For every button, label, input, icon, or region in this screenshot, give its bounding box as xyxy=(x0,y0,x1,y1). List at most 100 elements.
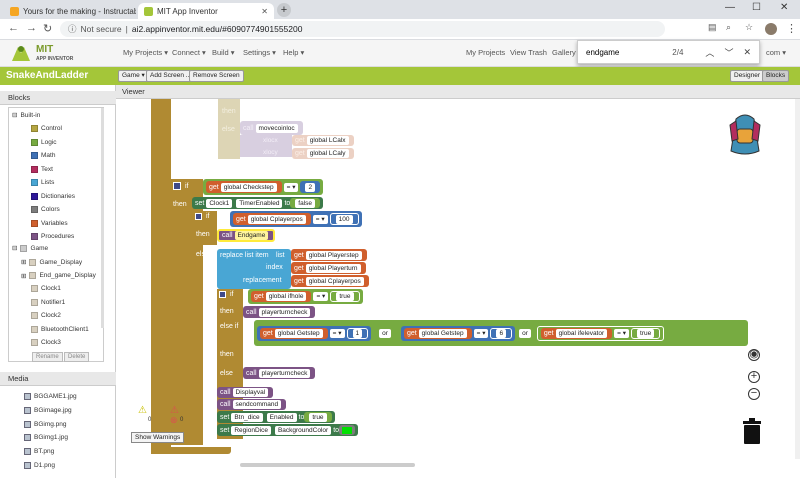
blocks-workspace[interactable]: then else call movecoinloc xlocx xlocy ge… xyxy=(118,99,800,461)
menu-my-projects[interactable]: My Projects ▾ xyxy=(123,48,168,57)
compare-checkstep-block[interactable]: get global Checkstep = ▾ 2 xyxy=(203,179,324,195)
call-displayval-block[interactable]: call Displayval xyxy=(217,387,274,398)
media-file-item[interactable]: BGGAME1.jpg xyxy=(24,393,77,400)
backpack-icon[interactable] xyxy=(726,111,764,157)
builtin-item[interactable]: Dictionaries xyxy=(31,192,75,200)
menu-settings[interactable]: Settings ▾ xyxy=(243,48,276,57)
horizontal-scrollbar[interactable] xyxy=(118,461,800,469)
forward-arrow-icon[interactable]: → xyxy=(26,22,37,34)
bookmark-star-icon[interactable]: ☆ xyxy=(745,22,753,33)
component-item[interactable]: Clock2 xyxy=(31,312,61,319)
close-tab-icon[interactable]: ✕ xyxy=(261,7,268,16)
call-playerturncheck-block[interactable]: call playerturncheck xyxy=(243,306,316,318)
screen-icon xyxy=(20,244,28,252)
call-playerturncheck-block-2[interactable]: call playerturncheck xyxy=(243,367,316,379)
horizontal-scroll-thumb[interactable] xyxy=(240,463,415,467)
gear-icon[interactable] xyxy=(219,291,226,298)
minimize-button[interactable]: — xyxy=(725,2,735,13)
link-view-trash[interactable]: View Trash xyxy=(510,48,547,57)
trash-icon[interactable] xyxy=(740,417,764,445)
component-item[interactable]: BluetoothClient1 xyxy=(31,325,89,333)
builtin-item[interactable]: Logic xyxy=(31,138,57,146)
get-playerturn-block[interactable]: get global Playerturn xyxy=(291,262,366,274)
component-item[interactable]: ⊞ Game_Display xyxy=(21,258,82,266)
builtin-item[interactable]: Text xyxy=(31,165,53,173)
builtin-item[interactable]: Variables xyxy=(31,219,68,227)
info-icon[interactable]: ⓘ xyxy=(68,23,77,35)
more-menu-icon[interactable]: ⋮ xyxy=(786,22,797,35)
mit-logo-icon[interactable] xyxy=(10,43,32,63)
component-item[interactable]: Clock3 xyxy=(31,339,61,346)
find-close-icon[interactable]: ✕ xyxy=(743,47,751,58)
compare-cplayerpos-block[interactable]: get global Cplayerpos = ▾ 100 xyxy=(230,211,362,227)
back-arrow-icon[interactable]: ← xyxy=(8,22,19,34)
get-lcaly-block[interactable]: get global LCaly xyxy=(292,148,354,159)
browser-tab-app-inventor[interactable]: MIT App Inventor ✕ xyxy=(138,3,274,19)
designer-button[interactable]: Designer xyxy=(730,70,765,82)
set-timer-enabled-block[interactable]: set Clock1 TimerEnabled to false xyxy=(192,197,324,209)
browser-tab-instructables[interactable]: Yours for the making - Instructab ✕ xyxy=(4,3,136,19)
tree-scrollbar[interactable] xyxy=(101,108,104,328)
link-gallery[interactable]: Gallery xyxy=(552,48,576,57)
component-item[interactable]: Notifier1 xyxy=(31,298,65,306)
profile-avatar[interactable] xyxy=(765,23,777,35)
call-sendcommand-block[interactable]: call sendcommand xyxy=(217,399,287,410)
maximize-button[interactable]: ☐ xyxy=(752,2,761,13)
collapse-icon[interactable]: ⊟ xyxy=(12,244,17,252)
compare-ifhole-block[interactable]: get global ifhole = ▾ true xyxy=(248,289,363,304)
zoom-in-icon[interactable]: + xyxy=(748,371,760,383)
find-input[interactable]: endgame xyxy=(586,48,619,57)
link-my-projects[interactable]: My Projects xyxy=(466,48,505,57)
menu-connect[interactable]: Connect ▾ xyxy=(172,48,206,57)
close-window-button[interactable]: ✕ xyxy=(780,2,788,13)
or-condition-block[interactable]: get global Getstep = ▾ 1 or get global Get… xyxy=(254,320,748,346)
get-cplayerpos-block[interactable]: get global Cplayerpos xyxy=(291,275,369,287)
gear-icon[interactable] xyxy=(173,182,181,190)
menu-help[interactable]: Help ▾ xyxy=(283,48,304,57)
builtin-item[interactable]: Procedures xyxy=(31,233,74,240)
find-prev-icon[interactable]: ︿ xyxy=(705,46,714,59)
center-target-icon[interactable]: ◉ xyxy=(748,349,760,361)
expand-icon[interactable]: ⊞ xyxy=(21,272,26,280)
builtin-item[interactable]: Math xyxy=(31,152,55,159)
blocks-button[interactable]: Blocks xyxy=(762,70,790,82)
vertical-scrollbar[interactable] xyxy=(795,99,800,459)
new-tab-button[interactable]: + xyxy=(277,3,291,17)
show-warnings-button[interactable]: Show Warnings xyxy=(131,432,185,443)
set-btn-dice-enabled-block[interactable]: set Btn_dice Enabled to true xyxy=(217,411,335,423)
media-file-item[interactable]: BGimg1.jpg xyxy=(24,434,68,442)
menu-build[interactable]: Build ▾ xyxy=(212,48,235,57)
media-file-item[interactable]: BGimage.jpg xyxy=(24,406,72,414)
page-icon[interactable]: ▤ xyxy=(708,22,717,33)
get-playerstep-block[interactable]: get global Playerstep xyxy=(291,249,367,261)
call-movecoinloc-block[interactable]: call movecoinloc xyxy=(240,121,303,135)
builtin-item[interactable]: Control xyxy=(31,125,62,132)
omnibox[interactable]: ⓘ Not secure | ai2.appinventor.mit.edu/#… xyxy=(60,21,665,37)
call-endgame-block[interactable]: call Endgame xyxy=(217,229,276,242)
gear-icon[interactable] xyxy=(195,213,202,220)
media-file-item[interactable]: D1.png xyxy=(24,462,55,469)
component-item[interactable]: ⊞ End_game_Display xyxy=(21,272,96,280)
zoom-out-icon[interactable]: − xyxy=(748,388,760,400)
component-item[interactable]: Clock1 xyxy=(31,285,61,292)
tree-game[interactable]: ⊟ Game xyxy=(12,244,48,252)
rename-button[interactable]: Rename xyxy=(32,352,63,362)
event-block-spine[interactable] xyxy=(151,99,171,454)
account-menu[interactable]: com ▾ xyxy=(766,48,786,57)
builtin-item[interactable]: Colors xyxy=(31,206,60,213)
add-screen-button[interactable]: Add Screen ... xyxy=(146,70,196,82)
delete-button[interactable]: Delete xyxy=(64,352,90,362)
screen-select-button[interactable]: Game ▾ xyxy=(118,70,149,82)
reload-icon[interactable]: ↻ xyxy=(43,22,52,35)
get-lcalx-block[interactable]: get global LCalx xyxy=(292,135,354,146)
media-file-item[interactable]: BGimg.png xyxy=(24,420,67,428)
remove-screen-button[interactable]: Remove Screen xyxy=(189,70,244,82)
builtin-item[interactable]: Lists xyxy=(31,179,54,186)
tree-builtin[interactable]: ⊟ Built-in xyxy=(12,111,40,120)
zoom-search-icon[interactable]: ⌕ xyxy=(726,22,731,33)
set-regiondice-bgcolor-block[interactable]: set RegionDice BackgroundColor to xyxy=(217,424,359,436)
media-file-item[interactable]: BT.png xyxy=(24,448,54,456)
expand-icon[interactable]: ⊞ xyxy=(21,258,26,266)
collapse-icon[interactable]: ⊟ xyxy=(12,111,17,119)
find-next-icon[interactable]: ﹀ xyxy=(724,46,733,59)
